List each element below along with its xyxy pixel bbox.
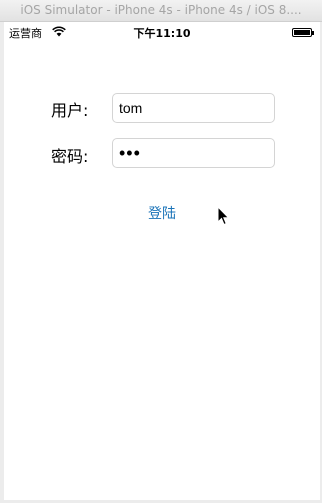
status-bar: 运营商 下午11:10 bbox=[4, 22, 320, 42]
window-titlebar[interactable]: iOS Simulator - iPhone 4s - iPhone 4s / … bbox=[0, 0, 322, 22]
mouse-cursor-icon bbox=[217, 206, 230, 226]
status-time: 下午11:10 bbox=[133, 27, 191, 40]
iphone-screen: 运营商 下午11:10 用户: 密码: 登陆 bbox=[4, 22, 320, 500]
battery-icon bbox=[292, 28, 312, 37]
battery-fill bbox=[294, 30, 310, 35]
password-label: 密码: bbox=[51, 147, 89, 166]
username-field[interactable] bbox=[112, 93, 275, 123]
window-title: iOS Simulator - iPhone 4s - iPhone 4s / … bbox=[20, 3, 302, 17]
username-label: 用户: bbox=[51, 101, 89, 120]
battery-tip bbox=[312, 31, 314, 35]
login-button[interactable]: 登陆 bbox=[132, 202, 192, 224]
simulator-window: iOS Simulator - iPhone 4s - iPhone 4s / … bbox=[0, 0, 322, 503]
password-field[interactable] bbox=[112, 138, 275, 168]
